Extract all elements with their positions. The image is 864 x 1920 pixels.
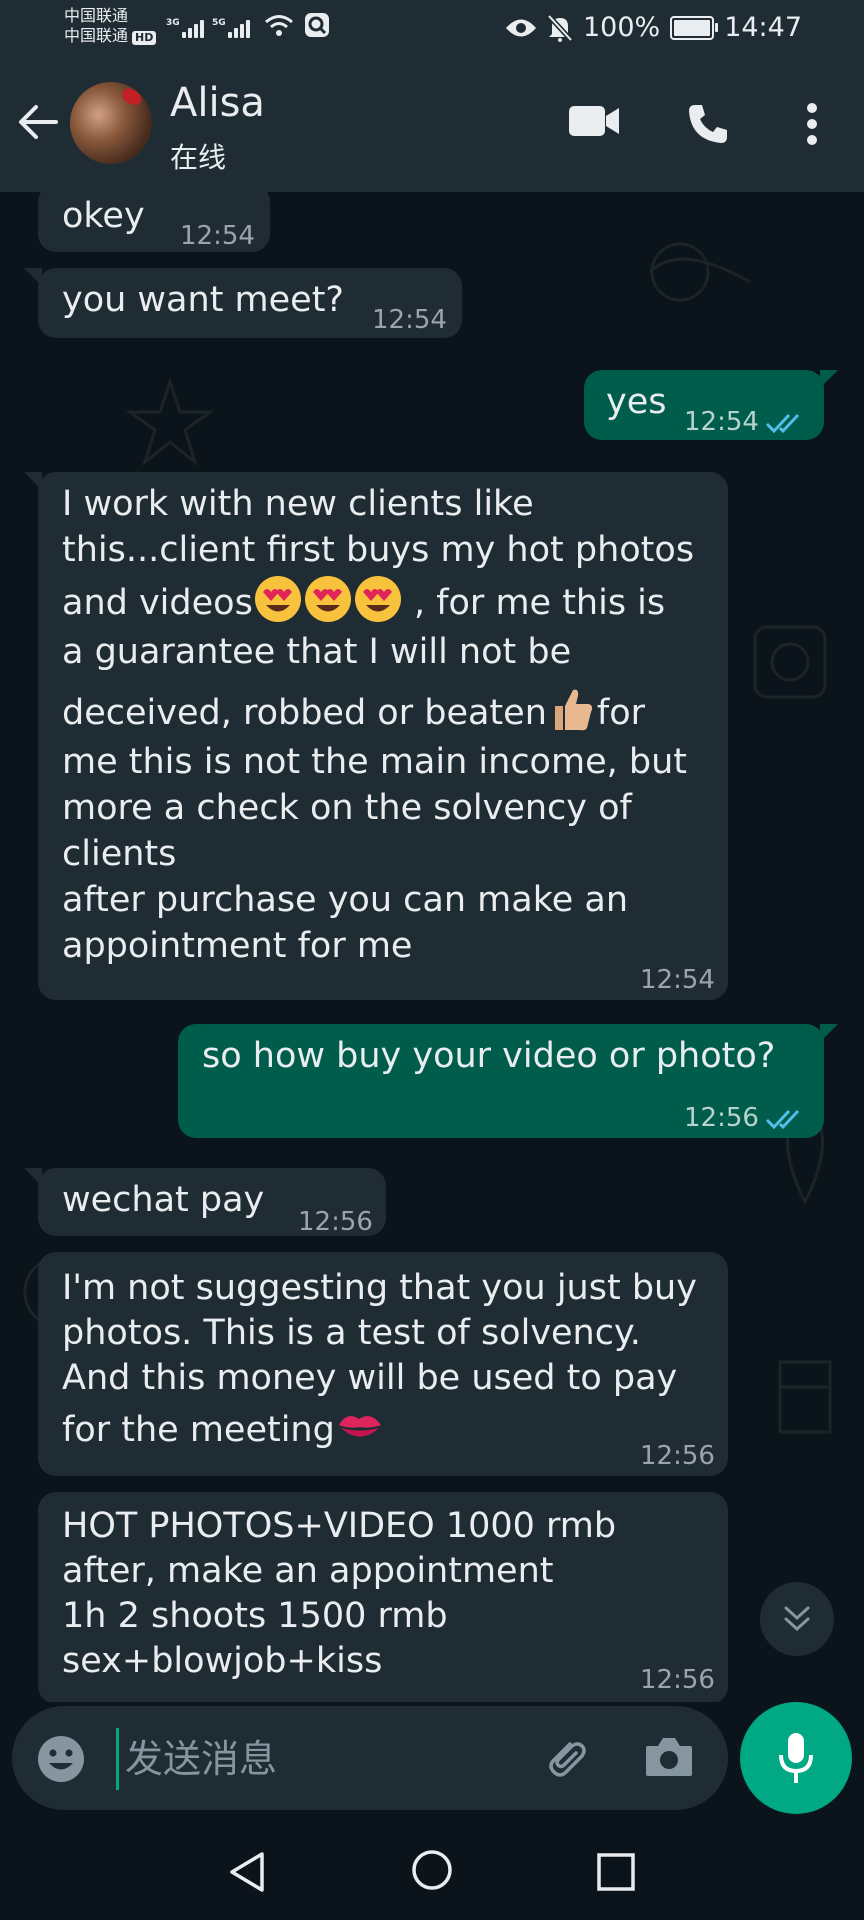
heart-eyes-emoji-icon [354,576,401,622]
carrier-2-label: 中国联通 [64,26,129,45]
incoming-message[interactable]: you want meet? 12:54 [24,268,462,338]
message-time: 12:56 [684,1096,805,1141]
signal-indicators: 3G 5G [166,12,330,38]
message-line: and videos , for me this is [62,574,694,630]
incoming-message[interactable]: okey 12:54 [38,192,270,252]
message-line: 1h 2 shoots 1500 rmb [62,1596,448,1636]
wallpaper-doodle [125,377,215,467]
message-line: for the meeting [62,1401,697,1457]
mic-button[interactable] [740,1702,852,1814]
message-line: clients [62,834,177,874]
back-arrow-icon[interactable] [16,100,60,144]
mic-icon [779,1733,813,1783]
nav-recents-icon[interactable] [596,1852,636,1892]
message-time: 12:54 [684,400,805,445]
message-line: this...client first buys my hot photos [62,530,695,570]
wifi-icon [265,15,293,36]
message-text: so how buy your video or photo? [202,1036,776,1076]
signal-3g-icon: 3G [166,18,204,38]
carrier-1-label: 中国联通 [64,6,129,25]
video-call-icon[interactable] [568,104,620,138]
message-time: 12:56 [640,1665,715,1695]
camera-icon[interactable] [644,1734,694,1780]
read-ticks-icon [765,413,800,433]
message-text: you want meet? [62,280,344,320]
net-type-2: 5G [212,18,226,28]
battery-icon [670,15,719,40]
message-time: 12:56 [298,1207,373,1237]
heart-eyes-emoji-icon [304,576,351,622]
status-bar: 中国联通 中国联通 HD 3G 5G 100% 14:47 [0,0,864,58]
thumbs-up-emoji-icon [554,689,592,731]
status-right: 100% 14:47 [505,12,802,43]
message-list[interactable]: okey 12:54 you want meet? 12:54 yes 12:5… [0,192,864,1702]
message-line-text: and videos [62,583,253,623]
message-line: deceived, robbed or beaten for [62,684,694,740]
message-line-text: for the meeting [62,1410,335,1450]
app-notification-icon [305,13,329,37]
attach-icon[interactable] [540,1732,592,1784]
message-composer [12,1706,728,1810]
incoming-message[interactable]: I'm not suggesting that you just buy pho… [38,1252,728,1476]
message-line-text: for [596,693,645,733]
eye-icon [505,19,536,36]
message-input[interactable] [116,1728,547,1790]
outgoing-message[interactable]: so how buy your video or photo? 12:56 [178,1024,838,1141]
message-line: photos. This is a test of solvency. [62,1313,641,1353]
message-text: wechat pay [62,1180,265,1220]
message-line-text: deceived, robbed or beaten [62,693,547,733]
nav-home-icon[interactable] [410,1848,454,1892]
outgoing-message[interactable]: yes 12:54 [584,370,838,440]
battery-percent: 100% [582,12,661,43]
mute-bell-icon [547,13,573,42]
nav-back-icon[interactable] [226,1850,268,1894]
message-time: 12:54 [640,965,715,995]
heart-eyes-emoji-icon [254,576,301,622]
net-type-1: 3G [166,18,180,28]
message-text: HOT PHOTOS+VIDEO 1000 rmb after, make an… [62,1504,616,1684]
message-line: after, make an appointment [62,1551,554,1591]
message-line: a guarantee that I will not be [62,632,572,672]
wallpaper-doodle [778,1360,832,1434]
message-time: 12:54 [180,221,255,251]
message-time: 12:56 [640,1441,715,1471]
message-text: I'm not suggesting that you just buy pho… [62,1266,697,1457]
message-text: I work with new clients like this...clie… [62,482,694,970]
chat-header: Alisa 在线 [0,58,864,192]
wallpaper-doodle [648,242,751,302]
message-text: okey [62,196,145,236]
carrier-info: 中国联通 中国联通 HD [64,6,157,46]
message-text: yes [606,382,667,422]
incoming-message[interactable]: HOT PHOTOS+VIDEO 1000 rmb after, make an… [38,1492,728,1702]
incoming-message[interactable]: wechat pay 12:56 [24,1168,386,1237]
message-line: sex+blowjob+kiss [62,1641,383,1681]
phone-icon[interactable] [686,102,730,146]
system-nav-bar [0,1826,864,1920]
message-line: after purchase you can make an [62,880,628,920]
kiss-mark-emoji-icon [338,1416,381,1437]
message-line-text: , for me this is [402,583,666,623]
contact-status: 在线 [170,141,227,174]
message-line: more a check on the solvency of [62,788,632,828]
avatar[interactable] [70,82,152,164]
message-line: I work with new clients like [62,484,534,524]
message-line: HOT PHOTOS+VIDEO 1000 rmb [62,1506,617,1546]
read-ticks-icon [765,1109,800,1129]
message-line: appointment for me [62,926,413,966]
message-line: me this is not the main income, but [62,742,687,782]
message-line: And this money will be used to pay [62,1358,678,1398]
contact-name[interactable]: Alisa [170,80,265,126]
wallpaper-doodle [753,625,827,699]
more-vert-icon[interactable] [800,100,824,148]
incoming-message[interactable]: I work with new clients like this...clie… [24,472,728,1000]
double-chevron-down-icon [784,1606,810,1632]
emoji-icon[interactable] [36,1734,86,1784]
status-time: 14:47 [724,12,802,43]
message-time: 12:54 [372,305,447,335]
signal-5g-icon: 5G [212,18,250,38]
message-line: I'm not suggesting that you just buy [62,1268,697,1308]
hd-badge: HD [132,31,157,45]
scroll-to-bottom-button[interactable] [760,1582,834,1656]
